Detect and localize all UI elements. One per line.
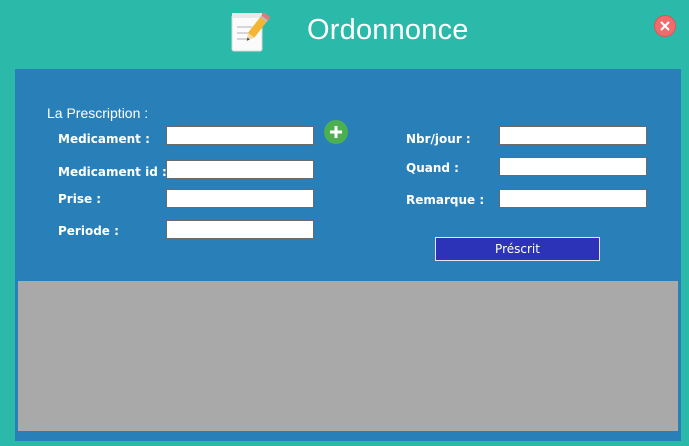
medicament-label: Medicament : [58, 132, 150, 146]
quand-input[interactable] [499, 157, 647, 176]
plus-icon [330, 126, 342, 138]
ordonnance-window: Ordonnonce La Prescription : Medicament … [0, 0, 689, 446]
remarque-input[interactable] [499, 189, 647, 208]
remarque-label: Remarque : [406, 193, 485, 207]
nbr-jour-label: Nbr/jour : [406, 132, 471, 146]
add-medicament-button[interactable] [324, 120, 348, 144]
medicament-id-label: Medicament id : [58, 165, 167, 179]
periode-input[interactable] [166, 220, 314, 239]
close-icon [660, 21, 670, 31]
prise-label: Prise : [58, 192, 102, 206]
quand-label: Quand : [406, 161, 459, 175]
periode-label: Periode : [58, 224, 119, 238]
prise-input[interactable] [166, 189, 314, 208]
section-label: La Prescription : [47, 105, 149, 121]
prescription-list[interactable] [18, 281, 678, 431]
window-title: Ordonnonce [307, 14, 469, 46]
nbr-jour-input[interactable] [499, 126, 647, 145]
medicament-input[interactable] [166, 126, 314, 145]
close-button[interactable] [654, 15, 676, 37]
notepad-pencil-icon [231, 12, 270, 52]
prescription-panel: La Prescription : Medicament : Medicamen… [15, 69, 681, 441]
prescrit-button[interactable]: Préscrit [435, 237, 600, 261]
medicament-id-input[interactable] [166, 160, 314, 179]
title-bar: Ordonnonce [0, 0, 689, 66]
